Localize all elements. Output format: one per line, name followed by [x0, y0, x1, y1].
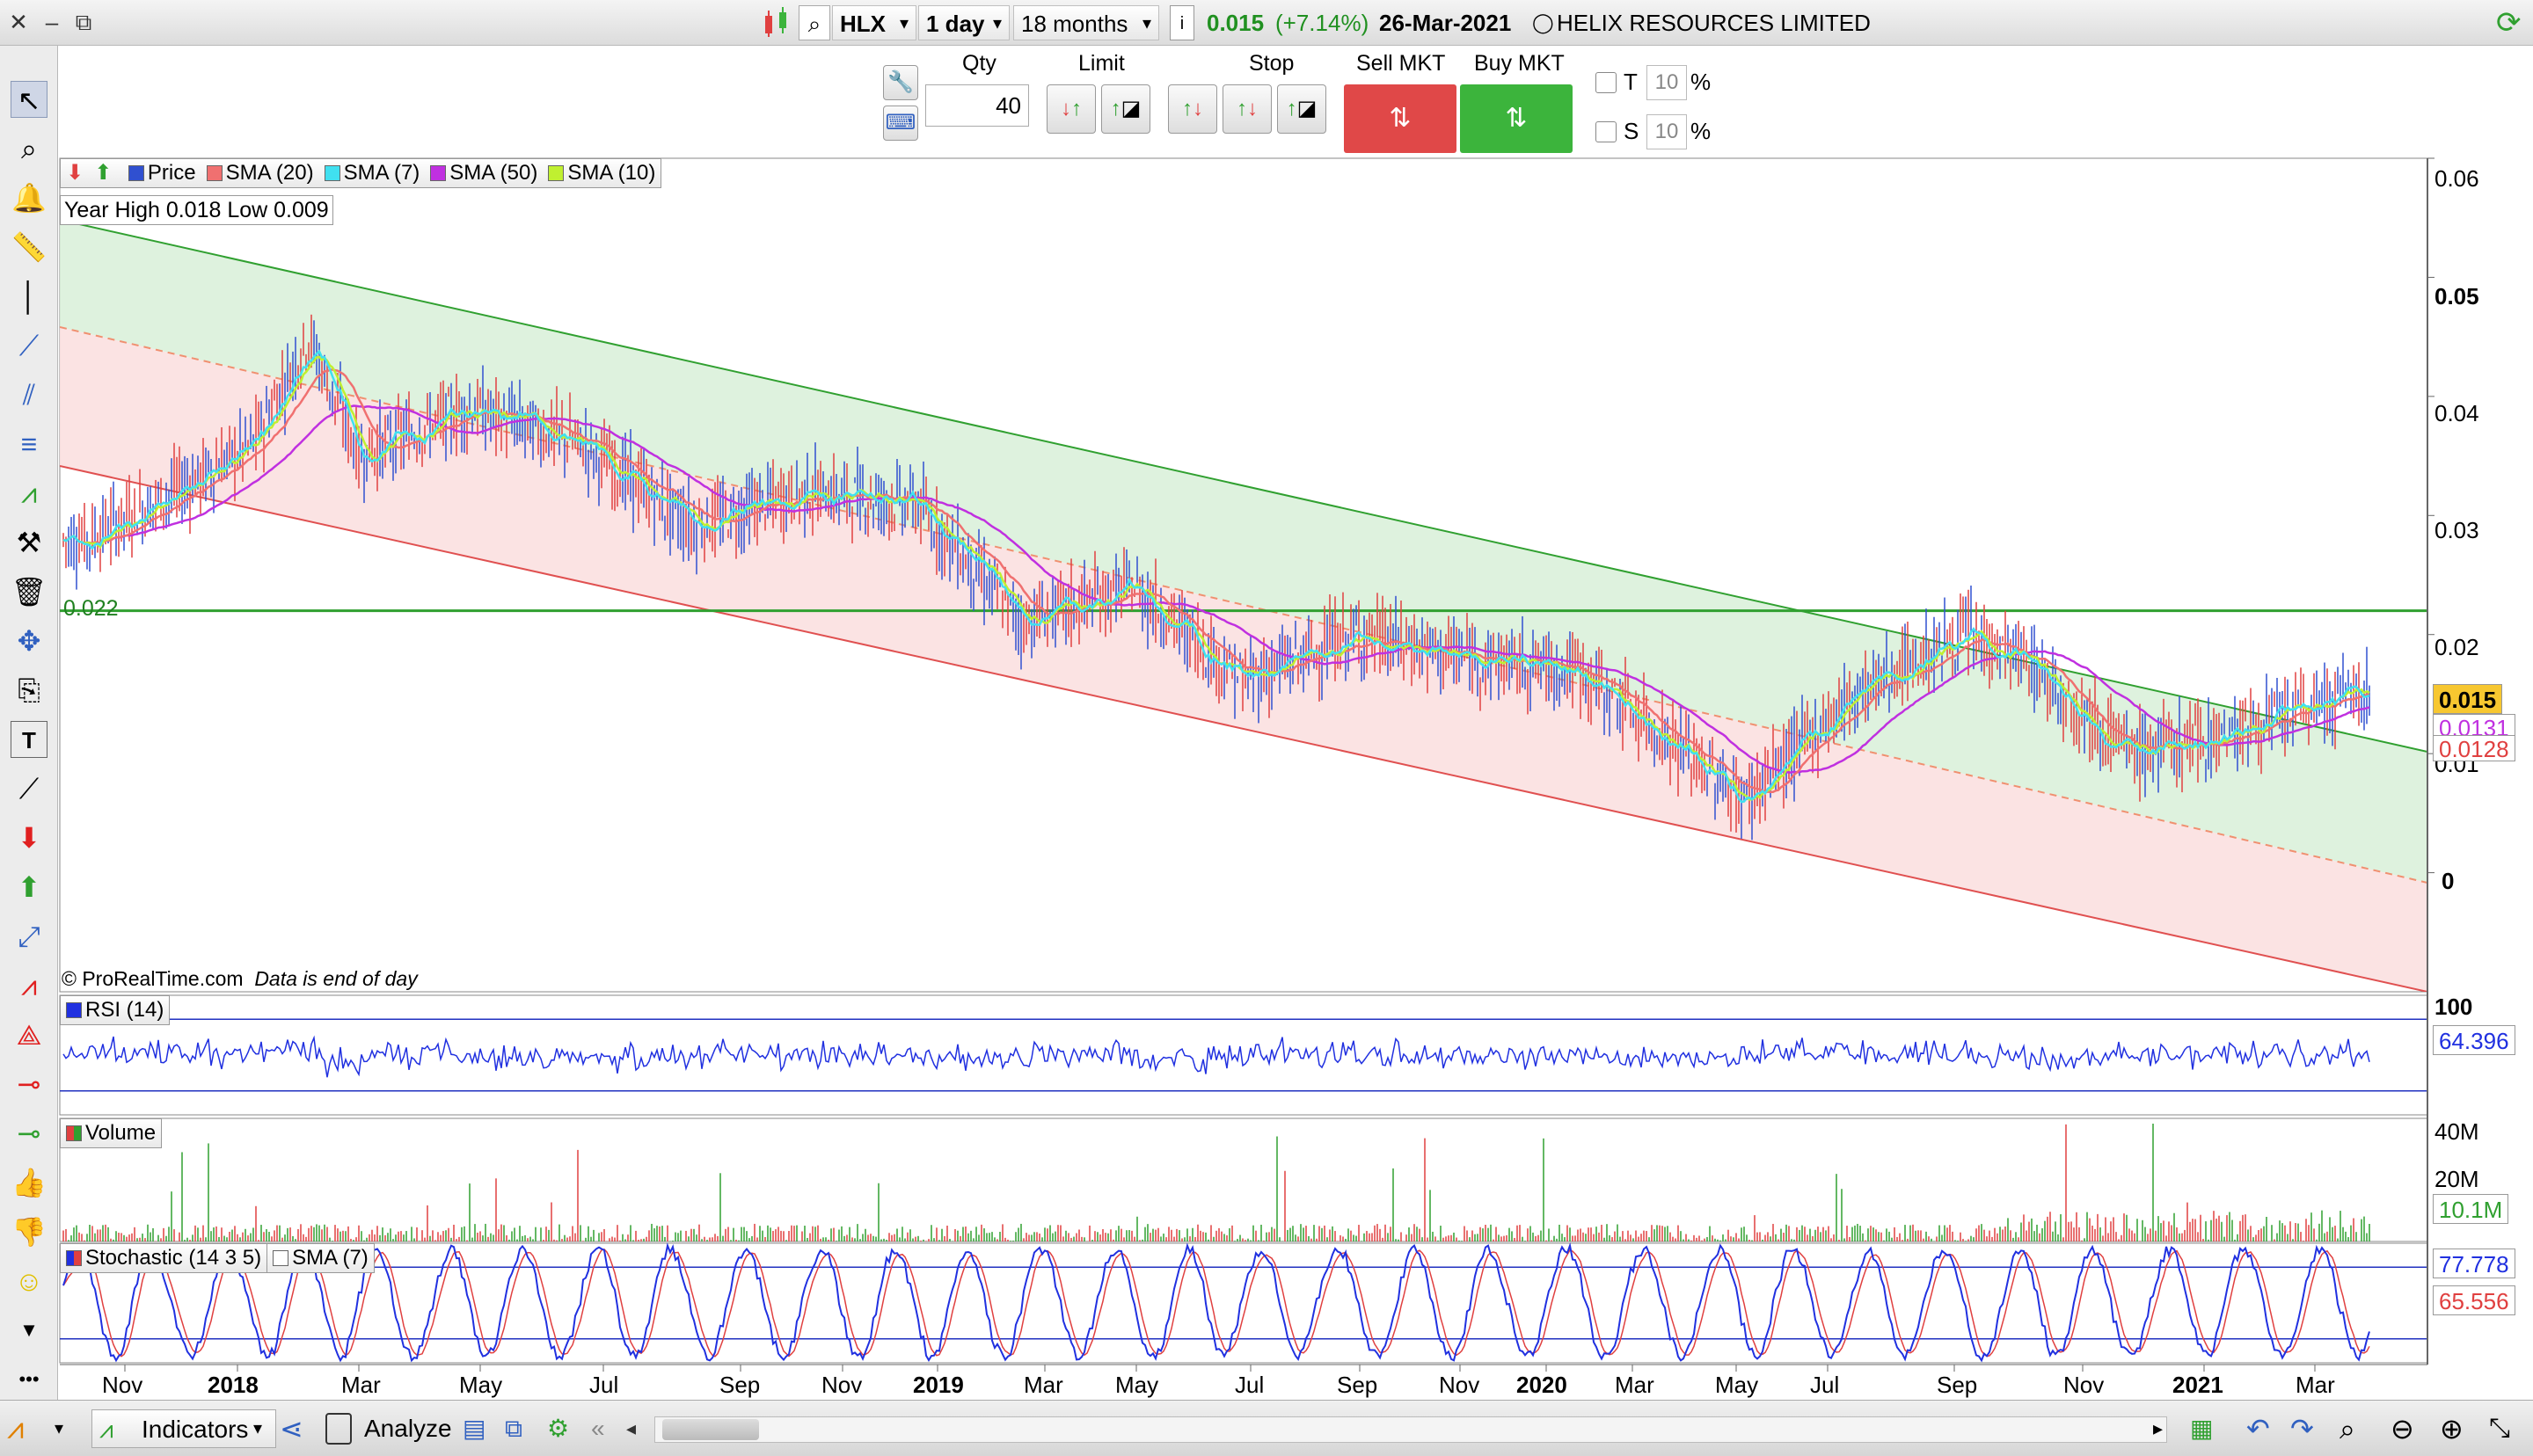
- draw-mode-dropdown-icon[interactable]: ▾: [55, 1409, 81, 1448]
- xlabel-sep-2019: Sep: [1337, 1372, 1378, 1398]
- scroll-left-icon[interactable]: ◂: [626, 1409, 653, 1448]
- xlabel-jul-2020: Jul: [1810, 1372, 1840, 1398]
- ytick-0.03: 0.03: [2434, 517, 2479, 543]
- hline-label: 0.022: [63, 596, 119, 621]
- xlabel-may-2020: May: [1715, 1372, 1759, 1398]
- xlabel-nov-2018: Nov: [821, 1372, 863, 1398]
- xlabel-2018: 2018: [208, 1372, 259, 1398]
- xlabel-2021: 2021: [2172, 1372, 2223, 1398]
- rsi-legend[interactable]: RSI (14): [60, 995, 171, 1025]
- ytick-0.04: 0.04: [2434, 400, 2479, 426]
- xlabel-mar-2020: Mar: [1615, 1372, 1654, 1398]
- stoch-sma-badge: 65.556: [2433, 1285, 2515, 1315]
- legend-sma10[interactable]: SMA (10): [543, 159, 661, 187]
- bottom-toolbar: ⩘ ▾ ⩘ Indicators ▾ ⋖ Analyze ▤ ⧉ ⚙ « ◂ ▸ …: [0, 1400, 2533, 1456]
- xlabel-mar-2019: Mar: [1024, 1372, 1063, 1398]
- copyright-text: © ProRealTime.com Data is end of day: [62, 967, 418, 990]
- ytick-0: 0: [2442, 868, 2455, 894]
- xlabel-may-2019: May: [1115, 1372, 1159, 1398]
- xlabel-nov-2019: Nov: [1439, 1372, 1480, 1398]
- rsi-ytick-100: 100: [2434, 994, 2473, 1020]
- sma-badge-2: 0.0128: [2433, 735, 2515, 762]
- legend-price[interactable]: Price: [123, 159, 201, 187]
- year-range-box: Year High 0.018 Low 0.009: [60, 195, 333, 225]
- price-badge: 0.015: [2433, 684, 2503, 714]
- vol-ytick-20m: 20M: [2434, 1166, 2479, 1192]
- panel-frame-3: [59, 1242, 2428, 1364]
- stochastic-legend[interactable]: Stochastic (14 3 5) SMA (7): [60, 1243, 375, 1273]
- horizontal-scrollbar[interactable]: [654, 1416, 2167, 1443]
- calendar-icon[interactable]: ▦: [2190, 1409, 2229, 1448]
- legend-sma50[interactable]: SMA (50): [425, 159, 543, 187]
- panel-frame-1: [59, 994, 2428, 1116]
- xlabel-sep-2018: Sep: [719, 1372, 761, 1398]
- tools-bottom-icon[interactable]: ⚙: [547, 1409, 582, 1448]
- indicators-button[interactable]: ⩘ Indicators: [91, 1409, 276, 1448]
- ytick-0.06: 0.06: [2434, 165, 2479, 192]
- legend-sma7[interactable]: SMA (7): [319, 159, 426, 187]
- scroll-left-double-icon[interactable]: «: [591, 1409, 617, 1448]
- xlabel-jul-2019: Jul: [1235, 1372, 1265, 1398]
- zoom-out-icon[interactable]: ⊖: [2391, 1409, 2429, 1448]
- stoch-value-badge: 77.778: [2433, 1249, 2515, 1278]
- volume-value-badge: 10.1M: [2433, 1194, 2509, 1224]
- xlabel-nov-2020: Nov: [2063, 1372, 2105, 1398]
- ytick-0.05: 0.05: [2434, 283, 2479, 309]
- draw-mode-icon[interactable]: ⩘: [7, 1409, 49, 1448]
- chart-area[interactable]: [0, 0, 2533, 1456]
- price-legend: ⬇ ⬆ Price SMA (20) SMA (7) SMA (50) SMA (10): [60, 158, 662, 188]
- indicators-dropdown-icon[interactable]: ▾: [253, 1409, 274, 1448]
- vol-ytick-40m: 40M: [2434, 1118, 2479, 1145]
- xlabel-jul-2018: Jul: [589, 1372, 619, 1398]
- rsi-value-badge: 64.396: [2433, 1025, 2515, 1055]
- ytick-0.02: 0.02: [2434, 634, 2479, 660]
- scroll-thumb[interactable]: [662, 1419, 759, 1440]
- redo-icon[interactable]: ↷: [2290, 1409, 2325, 1448]
- collapse-up-icon[interactable]: ⬆: [89, 159, 117, 187]
- share-icon[interactable]: ⋖: [280, 1409, 315, 1448]
- scroll-right-icon[interactable]: ▸: [2153, 1409, 2179, 1448]
- layout-icon[interactable]: ⧉: [505, 1409, 540, 1448]
- xlabel-2019: 2019: [913, 1372, 964, 1398]
- folder-icon[interactable]: ▤: [463, 1409, 498, 1448]
- zoom-in-icon[interactable]: ⊕: [2440, 1409, 2478, 1448]
- xlabel-nov-2017: Nov: [102, 1372, 143, 1398]
- xlabel-2020: 2020: [1516, 1372, 1567, 1398]
- xlabel-mar-2018: Mar: [341, 1372, 381, 1398]
- panel-frame-2: [59, 1117, 2428, 1242]
- volume-legend[interactable]: Volume: [60, 1118, 163, 1148]
- analyze-button[interactable]: Analyze: [320, 1409, 452, 1448]
- xlabel-sep-2020: Sep: [1937, 1372, 1978, 1398]
- xlabel-may-2018: May: [459, 1372, 503, 1398]
- undo-icon[interactable]: ↶: [2246, 1409, 2281, 1448]
- zoom-select-icon[interactable]: ⌕: [2340, 1409, 2378, 1448]
- fit-chart-icon[interactable]: ⤡: [2489, 1409, 2528, 1448]
- xlabel-mar-2021: Mar: [2296, 1372, 2335, 1398]
- collapse-down-icon[interactable]: ⬇: [61, 159, 89, 187]
- legend-sma20[interactable]: SMA (20): [201, 159, 319, 187]
